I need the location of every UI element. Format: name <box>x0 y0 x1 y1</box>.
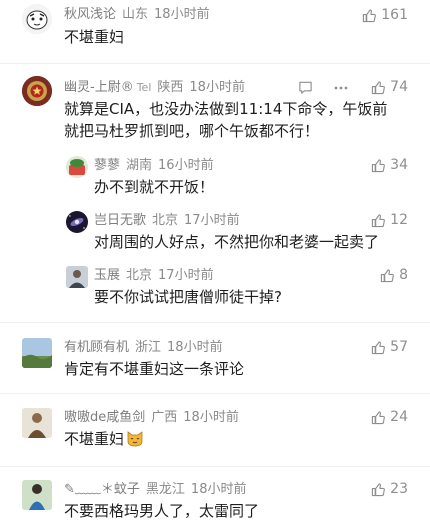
username-link[interactable]: ✎﹏﹏＊蚊子 <box>64 482 140 497</box>
reply-button[interactable] <box>298 80 313 95</box>
comment-meta: 幽灵-上尉® Tel 陕西 18小时前 <box>64 80 245 96</box>
avatar-figure-icon <box>22 408 52 438</box>
avatar[interactable] <box>22 338 52 368</box>
like-button[interactable]: 57 <box>371 339 408 355</box>
comment-meta: 有机顾有机 浙江 18小时前 <box>64 340 223 356</box>
comment-icon <box>299 81 312 94</box>
like-button[interactable]: 24 <box>371 409 408 425</box>
username-link[interactable]: 幽灵-上尉® <box>64 80 134 95</box>
like-count: 161 <box>381 7 408 23</box>
username-link[interactable]: 嗷嗷de咸鱼剑 <box>64 410 145 425</box>
comment-text: 不堪重妇 <box>64 430 125 448</box>
more-icon <box>334 86 348 90</box>
comment-meta: 嗷嗷de咸鱼剑 广西 18小时前 <box>64 410 239 426</box>
avatar[interactable] <box>22 408 52 438</box>
like-count: 24 <box>390 409 408 425</box>
cat-emoji <box>127 431 143 447</box>
comment-text: 就算是CIA，也没办法做到11:14下命令，午饭前就把马杜罗抓到吧，哪个午饭都不… <box>64 100 388 140</box>
comment-text: 不要西格玛男人了，太雷同了 <box>64 502 260 520</box>
thumbs-up-icon <box>363 8 377 22</box>
reply-item: 岂日无歌 北京 17小时前 12 对周围的人好点，不然把你和老婆一起卖了 <box>0 207 430 253</box>
thumbs-up-icon <box>372 158 386 172</box>
comment-item: 嗷嗷de咸鱼剑 广西 18小时前 24 不堪重妇 <box>0 402 430 460</box>
thumbs-up-icon <box>372 213 386 227</box>
region-label: 山东 <box>122 7 149 22</box>
divider <box>0 393 430 394</box>
timestamp: 17小时前 <box>184 213 240 228</box>
comment-text: 办不到就不开饭！ <box>94 178 215 196</box>
thumbs-up-icon <box>372 80 386 94</box>
comment-meta: 岂日无歌 北京 17小时前 <box>94 213 240 229</box>
divider <box>0 466 430 467</box>
thumbs-up-icon <box>372 340 386 354</box>
comment-item: 秋风浅论 山东 18小时前 不堪重妇 161 <box>0 0 430 58</box>
timestamp: 18小时前 <box>167 340 223 355</box>
like-button[interactable]: 161 <box>362 7 408 23</box>
avatar[interactable] <box>22 76 52 106</box>
divider <box>0 63 430 64</box>
avatar[interactable] <box>22 4 52 34</box>
username-link[interactable]: 有机顾有机 <box>64 340 129 355</box>
region-label: 黑龙江 <box>145 482 185 497</box>
thumbs-up-icon <box>380 268 394 282</box>
region-label: 广西 <box>151 410 178 425</box>
username-link[interactable]: 玉展 <box>94 268 120 283</box>
region-label: 湖南 <box>126 158 153 173</box>
reply-item: 玉展 北京 17小时前 8 要不你试试把唐僧师徒干掉? <box>0 262 430 308</box>
timestamp: 18小时前 <box>183 410 239 425</box>
avatar[interactable] <box>66 211 88 233</box>
avatar[interactable] <box>66 266 88 288</box>
divider <box>0 322 430 323</box>
comment-text: 要不你试试把唐僧师徒干掉? <box>94 288 282 306</box>
like-button[interactable]: 34 <box>371 157 408 173</box>
username-link[interactable]: 秋风浅论 <box>64 7 116 22</box>
region-label: 浙江 <box>135 340 162 355</box>
like-button[interactable]: 74 <box>371 79 408 95</box>
avatar-photo-icon <box>66 266 88 288</box>
comment-item: 幽灵-上尉® Tel 陕西 18小时前 74 就算是CIA，也没办法做到11:14下命… <box>0 70 430 145</box>
region-label: 北京 <box>152 213 179 228</box>
like-count: 34 <box>390 157 408 173</box>
comment-text: 肯定有不堪重妇这一条评论 <box>64 360 245 378</box>
like-count: 8 <box>399 267 408 283</box>
like-count: 74 <box>390 79 408 95</box>
comment-text: 不堪重妇 <box>64 28 125 46</box>
avatar-leaf-icon <box>66 156 88 178</box>
like-count: 57 <box>390 339 408 355</box>
timestamp: 18小时前 <box>189 80 245 95</box>
like-button[interactable]: 12 <box>371 212 408 228</box>
avatar-person-icon <box>22 480 52 510</box>
more-button[interactable] <box>334 86 348 90</box>
comment-text-row: 不堪重妇 <box>64 428 394 450</box>
region-label: 陕西 <box>157 80 184 95</box>
timestamp: 18小时前 <box>154 7 210 22</box>
region-label: 北京 <box>126 268 153 283</box>
avatar[interactable] <box>66 156 88 178</box>
user-badge: Tel <box>136 81 152 94</box>
comment-item: 有机顾有机 浙江 18小时前 57 肯定有不堪重妇这一条评论 <box>0 332 430 390</box>
like-count: 23 <box>390 481 408 497</box>
comment-meta: 蓼蓼 湖南 16小时前 <box>94 158 214 174</box>
thumbs-up-icon <box>372 410 386 424</box>
comment-text: 对周围的人好点，不然把你和老婆一起卖了 <box>94 233 380 251</box>
avatar-galaxy-icon <box>66 211 88 233</box>
thumbs-up-icon <box>372 482 386 496</box>
avatar-emblem-icon <box>22 76 52 106</box>
username-link[interactable]: 岂日无歌 <box>94 213 146 228</box>
username-link[interactable]: 蓼蓼 <box>94 158 120 173</box>
avatar-cartoon-icon <box>22 4 52 34</box>
comment-meta: 玉展 北京 17小时前 <box>94 268 214 284</box>
comment-meta: 秋风浅论 山东 18小时前 <box>64 7 210 23</box>
avatar[interactable] <box>22 480 52 510</box>
timestamp: 18小时前 <box>190 482 247 497</box>
comment-item: ✎﹏﹏＊蚊子 黑龙江 18小时前 23 不要西格玛男人了，太雷同了 <box>0 474 430 526</box>
avatar-landscape-icon <box>22 338 52 368</box>
timestamp: 17小时前 <box>158 268 214 283</box>
reply-item: 蓼蓼 湖南 16小时前 34 办不到就不开饭！ <box>0 152 430 198</box>
like-button[interactable]: 23 <box>371 481 408 497</box>
like-button[interactable]: 8 <box>380 267 408 283</box>
like-count: 12 <box>390 212 408 228</box>
timestamp: 16小时前 <box>158 158 214 173</box>
comment-meta: ✎﹏﹏＊蚊子 黑龙江 18小时前 <box>64 482 246 498</box>
